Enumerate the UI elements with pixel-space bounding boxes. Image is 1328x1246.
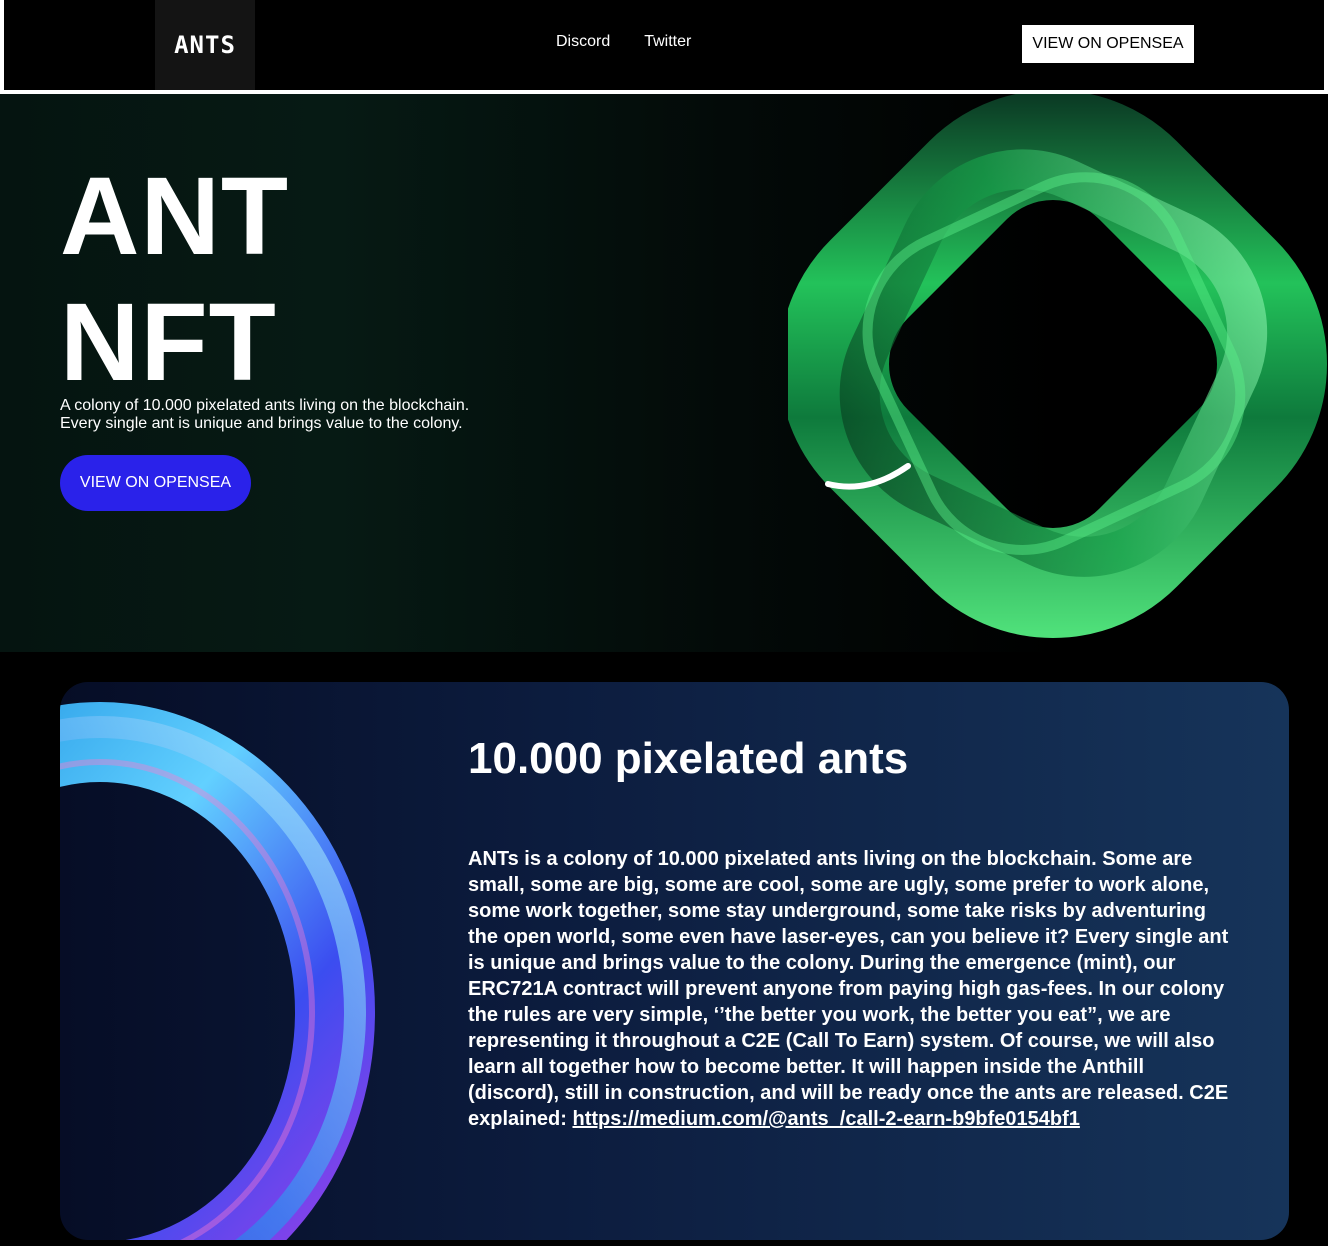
nav-twitter-link[interactable]: Twitter	[644, 33, 691, 51]
hero-opensea-button[interactable]: VIEW ON OPENSEA	[60, 455, 251, 511]
hero-title-line-2: NFT	[60, 281, 277, 404]
about-body-text: ANTs is a colony of 10.000 pixelated ant…	[468, 848, 1229, 1130]
hero-description: A colony of 10.000 pixelated ants living…	[60, 397, 469, 433]
hero-title: ANT NFT	[60, 154, 289, 406]
about-card: 10.000 pixelated ants ANTs is a colony o…	[60, 682, 1289, 1240]
top-header: ANTS Discord Twitter VIEW ON OPENSEA	[0, 0, 1328, 94]
c2e-medium-link[interactable]: https://medium.com/@ants_/call-2-earn-b9…	[572, 1108, 1079, 1130]
hero-description-line-1: A colony of 10.000 pixelated ants living…	[60, 397, 470, 414]
hero-description-line-2: Every single ant is unique and brings va…	[60, 415, 463, 432]
blue-torus-image	[60, 702, 375, 1240]
about-body: ANTs is a colony of 10.000 pixelated ant…	[468, 846, 1238, 1132]
logo-text: ANTS	[174, 31, 236, 59]
green-torus-image	[788, 94, 1327, 638]
about-title: 10.000 pixelated ants	[468, 734, 909, 783]
hero-title-line-1: ANT	[60, 155, 290, 278]
logo[interactable]: ANTS	[155, 0, 255, 90]
hero-section: ANT NFT A colony of 10.000 pixelated ant…	[0, 94, 1328, 652]
header-opensea-button[interactable]: VIEW ON OPENSEA	[1022, 25, 1194, 63]
main-nav: Discord Twitter	[556, 33, 691, 51]
nav-discord-link[interactable]: Discord	[556, 33, 610, 51]
